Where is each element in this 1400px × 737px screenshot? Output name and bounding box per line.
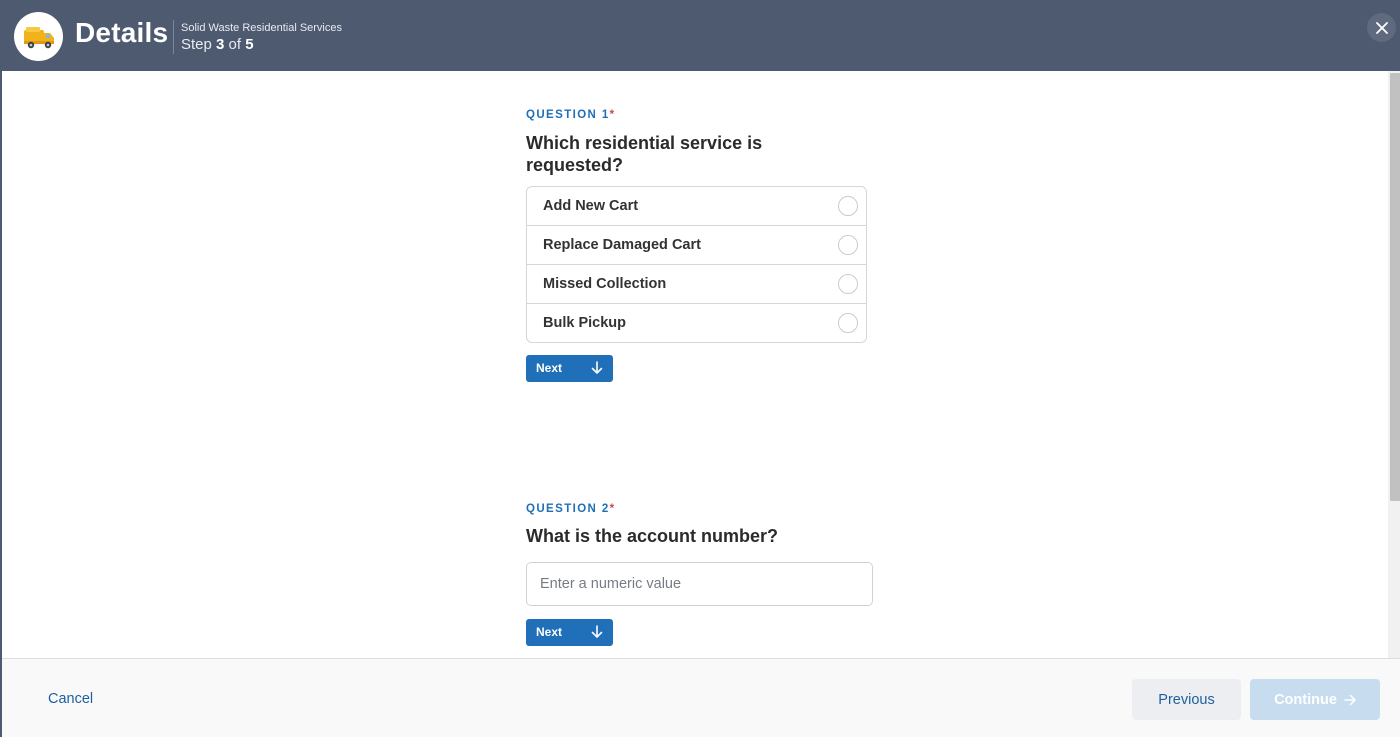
radio-button[interactable] (838, 274, 858, 294)
arrow-right-icon (1344, 694, 1356, 705)
question-1-title: Which residential service is requested? (526, 132, 762, 176)
app-window: Details Solid Waste Residential Services… (0, 0, 1400, 737)
next-label: Next (536, 625, 563, 639)
option-label: Bulk Pickup (543, 315, 626, 331)
step-current: 3 (216, 36, 225, 53)
page-title: Details (75, 17, 169, 48)
option-replace-damaged-cart[interactable]: Replace Damaged Cart (527, 226, 866, 265)
question-2-next-button[interactable]: Next (526, 619, 613, 646)
required-marker: * (609, 109, 615, 121)
step-prefix: Step (181, 36, 212, 53)
garbage-truck-icon (23, 26, 54, 48)
account-number-input[interactable] (526, 562, 873, 606)
continue-button[interactable]: Continue (1250, 679, 1380, 720)
step-of: of (228, 36, 242, 53)
arrow-down-icon (591, 625, 603, 638)
previous-button[interactable]: Previous (1132, 679, 1241, 720)
option-add-new-cart[interactable]: Add New Cart (527, 187, 866, 226)
option-label: Replace Damaged Cart (543, 237, 701, 253)
step-total: 5 (245, 36, 254, 53)
arrow-down-icon (591, 361, 603, 374)
continue-label: Continue (1274, 691, 1337, 708)
question-1-label: QUESTION 1* (526, 109, 614, 121)
required-marker: * (609, 503, 615, 515)
option-label: Missed Collection (543, 276, 667, 292)
step-indicator: Step 3 of 5 (181, 36, 254, 53)
radio-button[interactable] (838, 313, 858, 333)
option-missed-collection[interactable]: Missed Collection (527, 265, 866, 304)
radio-button[interactable] (838, 235, 858, 255)
option-bulk-pickup[interactable]: Bulk Pickup (527, 304, 866, 342)
scrollbar-thumb[interactable] (1390, 73, 1400, 501)
header-divider (173, 20, 174, 54)
service-options-radio-group: Add New Cart Replace Damaged Cart Missed… (526, 186, 867, 343)
service-logo (14, 12, 63, 61)
service-name: Solid Waste Residential Services (181, 22, 342, 34)
question-1-next-button[interactable]: Next (526, 355, 613, 382)
question-2-label: QUESTION 2* (526, 503, 614, 515)
radio-button[interactable] (838, 196, 858, 216)
cancel-button[interactable]: Cancel (48, 691, 93, 707)
close-button[interactable] (1367, 13, 1396, 42)
question-1-title-line-2: requested? (526, 155, 624, 175)
question-1-number: QUESTION 1 (526, 109, 610, 121)
option-label: Add New Cart (543, 198, 639, 214)
content-scrollbar[interactable] (1388, 71, 1400, 658)
next-label: Next (536, 361, 563, 375)
close-icon (1375, 21, 1388, 34)
header-bar: Details Solid Waste Residential Services… (2, 0, 1400, 71)
question-2-number: QUESTION 2 (526, 503, 610, 515)
footer-bar: Cancel Previous Continue (2, 658, 1400, 737)
question-2-title: What is the account number? (526, 526, 779, 546)
question-1-title-line-1: Which residential service is (526, 133, 763, 153)
